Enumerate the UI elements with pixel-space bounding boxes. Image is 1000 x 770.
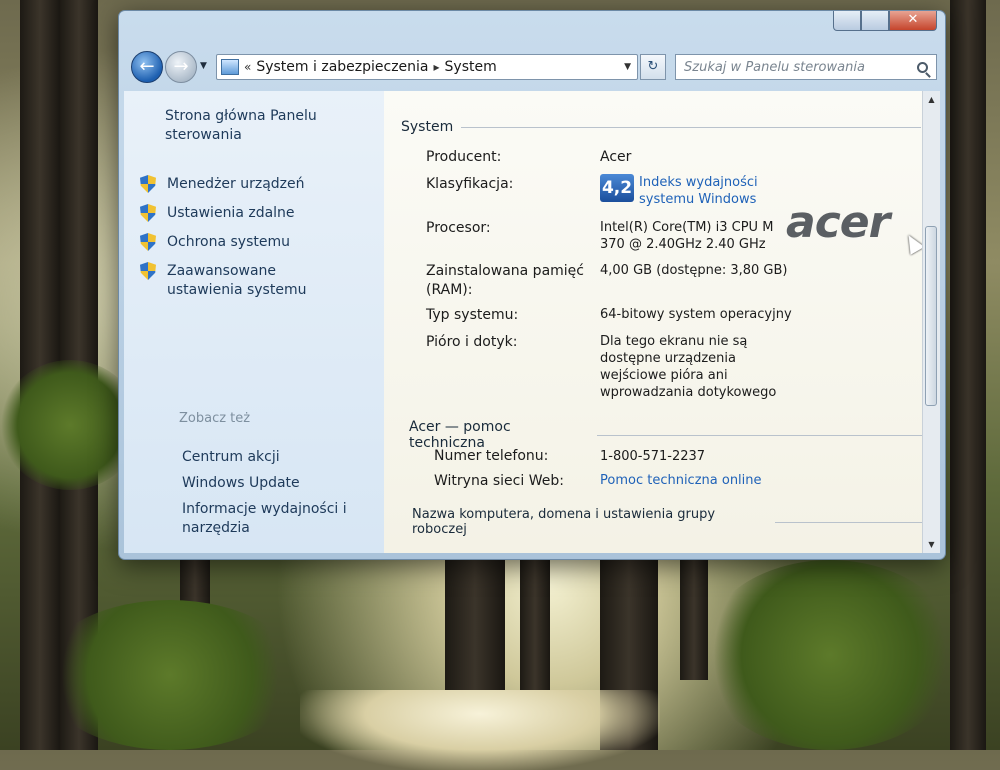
performance-index-link[interactable]: Indeks wydajności systemu Windows bbox=[639, 174, 759, 208]
manufacturer-value: Acer bbox=[600, 149, 632, 165]
sidebar-item-advanced-settings[interactable]: Zaawansowane ustawienia systemu bbox=[140, 262, 350, 300]
shield-icon bbox=[140, 175, 156, 193]
scroll-down-button[interactable]: ▼ bbox=[923, 536, 940, 553]
section-system: System bbox=[401, 119, 922, 135]
website-label: Witryna sieci Web: bbox=[434, 473, 564, 489]
system-details-pane: System Producent: Acer Klasyfikacja: 4,2… bbox=[384, 91, 922, 553]
vertical-scrollbar[interactable]: ▲ ▼ bbox=[922, 91, 940, 553]
shield-icon bbox=[140, 262, 156, 280]
see-also-heading: Zobacz też bbox=[179, 411, 251, 426]
search-placeholder: Szukaj w Panelu sterowania bbox=[684, 59, 865, 75]
tree-trunk bbox=[520, 545, 550, 695]
arrow-right-icon: → bbox=[173, 56, 189, 77]
control-panel-home-link[interactable]: Strona główna Panelu sterowania bbox=[165, 107, 355, 145]
section-divider bbox=[774, 521, 922, 523]
processor-value: Intel(R) Core(TM) i3 CPU M 370 @ 2.40GHz… bbox=[600, 220, 774, 252]
sidebar-item-label: Ustawienia zdalne bbox=[167, 205, 295, 221]
breadcrumb-system-security[interactable]: System i zabezpieczenia bbox=[256, 59, 428, 75]
search-icon[interactable] bbox=[917, 61, 928, 73]
task-pane: Strona główna Panelu sterowania Menedżer… bbox=[124, 91, 384, 553]
address-bar[interactable]: « System i zabezpieczenia ▸ System ▼ bbox=[216, 54, 638, 80]
section-computer-name: Nazwa komputera, domena i ustawienia gru… bbox=[412, 507, 922, 537]
sidebar-item-label: Ochrona systemu bbox=[167, 234, 290, 250]
ram-value: 4,00 GB (dostępne: 3,80 GB) bbox=[600, 263, 788, 278]
mouse-cursor-icon bbox=[901, 231, 922, 255]
control-panel-icon bbox=[221, 59, 239, 75]
link-performance-info[interactable]: Informacje wydajności i narzędzia bbox=[182, 500, 352, 538]
section-title: Nazwa komputera, domena i ustawienia gru… bbox=[412, 507, 716, 537]
acer-logo: acer bbox=[786, 197, 890, 248]
close-icon: ✕ bbox=[907, 12, 919, 27]
foliage bbox=[40, 600, 300, 750]
search-input[interactable]: Szukaj w Panelu sterowania bbox=[675, 54, 937, 80]
tree-trunk bbox=[445, 545, 505, 705]
refresh-button[interactable]: ↻ bbox=[640, 54, 666, 80]
system-window: ✕ ← → ▼ « System i zabezpieczenia ▸ Syst… bbox=[118, 10, 946, 560]
sidebar-item-system-protection[interactable]: Ochrona systemu bbox=[140, 233, 290, 252]
minimize-button[interactable] bbox=[833, 11, 861, 31]
support-online-link[interactable]: Pomoc techniczna online bbox=[600, 472, 762, 489]
manufacturer-label: Producent: bbox=[426, 149, 502, 165]
pen-touch-label: Pióro i dotyk: bbox=[426, 334, 518, 350]
link-action-center[interactable]: Centrum akcji bbox=[182, 448, 280, 467]
forest-path bbox=[300, 690, 660, 770]
sidebar-item-label: Menedżer urządzeń bbox=[167, 176, 305, 192]
scroll-thumb[interactable] bbox=[925, 226, 937, 406]
processor-label: Procesor: bbox=[426, 220, 491, 236]
rating-row: 4,2 Indeks wydajności systemu Windows bbox=[600, 174, 759, 208]
sidebar-item-remote-settings[interactable]: Ustawienia zdalne bbox=[140, 204, 295, 223]
recent-pages-dropdown[interactable]: ▼ bbox=[200, 61, 207, 71]
window-controls: ✕ bbox=[833, 11, 937, 31]
pen-touch-value: Dla tego ekranu nie są dostępne urządzen… bbox=[600, 334, 777, 400]
breadcrumb-separator[interactable]: ▸ bbox=[434, 60, 440, 74]
phone-label: Numer telefonu: bbox=[434, 448, 549, 464]
ram-label: Zainstalowana pamięć (RAM): bbox=[426, 263, 584, 298]
phone-value: 1-800-571-2237 bbox=[600, 449, 706, 464]
back-button[interactable]: ← bbox=[131, 51, 163, 83]
arrow-left-icon: ← bbox=[139, 56, 155, 77]
section-divider bbox=[596, 434, 922, 436]
rating-label: Klasyfikacja: bbox=[426, 176, 514, 192]
chevron-down-icon[interactable]: ▼ bbox=[624, 62, 631, 72]
breadcrumb-system[interactable]: System bbox=[445, 59, 497, 75]
system-type-value: 64-bitowy system operacyjny bbox=[600, 307, 792, 322]
foliage bbox=[700, 560, 960, 750]
sidebar-item-device-manager[interactable]: Menedżer urządzeń bbox=[140, 175, 305, 194]
sidebar-item-label: Zaawansowane ustawienia systemu bbox=[167, 263, 307, 298]
close-button[interactable]: ✕ bbox=[889, 11, 937, 31]
scroll-up-button[interactable]: ▲ bbox=[923, 91, 940, 108]
performance-score-badge[interactable]: 4,2 bbox=[600, 174, 634, 202]
section-divider bbox=[461, 126, 922, 128]
shield-icon bbox=[140, 204, 156, 222]
shield-icon bbox=[140, 233, 156, 251]
maximize-button[interactable] bbox=[861, 11, 889, 31]
section-title: System bbox=[401, 119, 454, 135]
breadcrumb-overflow[interactable]: « bbox=[244, 60, 251, 74]
link-windows-update[interactable]: Windows Update bbox=[182, 474, 300, 493]
refresh-icon: ↻ bbox=[647, 59, 659, 74]
system-type-label: Typ systemu: bbox=[426, 307, 519, 323]
forward-button[interactable]: → bbox=[165, 51, 197, 83]
